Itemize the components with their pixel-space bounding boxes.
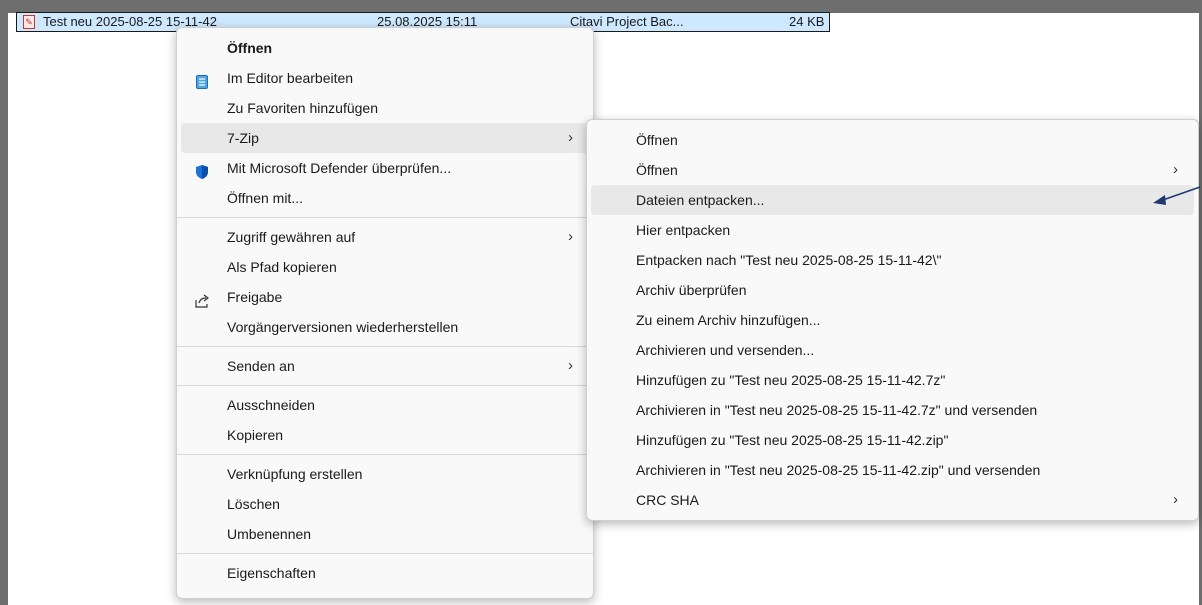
context-menu-item-vorgangerversionen-wiederherstellen-9[interactable]: Vorgängerversionen wiederherstellen (181, 312, 589, 342)
menu-item-label: Archivieren und versenden... (636, 342, 815, 358)
menu-item-label: Entpacken nach "Test neu 2025-08-25 15-1… (636, 252, 942, 268)
menu-item-label: Als Pfad kopieren (227, 259, 337, 275)
menu-item-label: Im Editor bearbeiten (227, 70, 354, 86)
context-menu-item-zugriff-gewahren-auf-6[interactable]: Zugriff gewähren auf › (181, 222, 589, 252)
menu-item-label: Archivieren in "Test neu 2025-08-25 15-1… (636, 462, 1041, 478)
menu-item-label: Öffnen (636, 162, 678, 178)
context-menu-item-mit-microsoft-defender-uberprufen-4[interactable]: Mit Microsoft Defender überprüfen... (181, 153, 589, 183)
sevenzip-item-hinzufugen-zu-test-neu-2025-08-25-15-11--10[interactable]: Hinzufügen zu "Test neu 2025-08-25 15-11… (591, 425, 1194, 455)
sevenzip-item-archiv-uberprufen-5[interactable]: Archiv überprüfen (591, 275, 1194, 305)
share-icon (194, 289, 210, 308)
context-menu-item-offnen-0[interactable]: Öffnen (181, 33, 589, 63)
menu-item-label: Senden an (227, 358, 295, 374)
chevron-right-icon: › (1173, 161, 1178, 178)
context-menu-item-als-pfad-kopieren-7[interactable]: Als Pfad kopieren (181, 252, 589, 282)
menu-item-label: Umbenennen (227, 526, 312, 542)
context-menu-item-verknupfung-erstellen-13[interactable]: Verknüpfung erstellen (181, 459, 589, 489)
context-menu-item-kopieren-12[interactable]: Kopieren (181, 420, 589, 450)
chevron-right-icon: › (1173, 491, 1178, 508)
file-size: 24 KB (789, 14, 825, 29)
menu-item-label: Hier entpacken (636, 222, 731, 238)
menu-separator (177, 385, 593, 386)
sevenzip-item-offnen-1[interactable]: Öffnen › (591, 155, 1194, 185)
context-menu-item-im-editor-bearbeiten-1[interactable]: Im Editor bearbeiten (181, 63, 589, 93)
context-menu-item-loschen-14[interactable]: Löschen (181, 489, 589, 519)
menu-separator (177, 553, 593, 554)
citavi-file-icon: ✎ (23, 15, 35, 29)
menu-item-label: Hinzufügen zu "Test neu 2025-08-25 15-11… (636, 372, 946, 388)
menu-item-label: Dateien entpacken... (636, 192, 765, 208)
context-menu-item-7-zip-3[interactable]: 7-Zip › (181, 123, 589, 153)
sevenzip-item-zu-einem-archiv-hinzufugen-6[interactable]: Zu einem Archiv hinzufügen... (591, 305, 1194, 335)
menu-item-label: Zu einem Archiv hinzufügen... (636, 312, 821, 328)
menu-item-label: Hinzufügen zu "Test neu 2025-08-25 15-11… (636, 432, 949, 448)
menu-item-label: Öffnen (636, 132, 678, 148)
menu-item-label: Öffnen mit... (227, 190, 303, 206)
chevron-right-icon: › (568, 357, 573, 374)
menu-item-label: Eigenschaften (227, 565, 316, 581)
sevenzip-item-archivieren-und-versenden-7[interactable]: Archivieren und versenden... (591, 335, 1194, 365)
menu-item-label: Öffnen (227, 40, 273, 56)
context-menu-item-offnen-mit-5[interactable]: Öffnen mit... (181, 183, 589, 213)
sevenzip-item-offnen-0[interactable]: Öffnen (591, 125, 1194, 155)
menu-item-label: Zu Favoriten hinzufügen (227, 100, 378, 116)
context-menu-item-freigabe-8[interactable]: Freigabe (181, 282, 589, 312)
context-menu-item-eigenschaften-16[interactable]: Eigenschaften (181, 558, 589, 588)
menu-item-label: Archiv überprüfen (636, 282, 747, 298)
sevenzip-item-hinzufugen-zu-test-neu-2025-08-25-15-11--8[interactable]: Hinzufügen zu "Test neu 2025-08-25 15-11… (591, 365, 1194, 395)
menu-separator (177, 217, 593, 218)
menu-item-label: Mit Microsoft Defender überprüfen... (227, 160, 452, 176)
menu-item-label: CRC SHA (636, 492, 700, 508)
menu-item-label: Freigabe (227, 289, 283, 305)
pointer-arrow-annotation (1153, 186, 1201, 205)
context-menu-item-ausschneiden-11[interactable]: Ausschneiden (181, 390, 589, 420)
context-menu-item-zu-favoriten-hinzufugen-2[interactable]: Zu Favoriten hinzufügen (181, 93, 589, 123)
sevenzip-item-crc-sha-12[interactable]: CRC SHA › (591, 485, 1194, 515)
menu-separator (177, 454, 593, 455)
chevron-right-icon: › (568, 228, 573, 245)
menu-item-label: Löschen (227, 496, 280, 512)
sevenzip-item-archivieren-in-test-neu-2025-08-25-15-11-11[interactable]: Archivieren in "Test neu 2025-08-25 15-1… (591, 455, 1194, 485)
context-menu-item-senden-an-10[interactable]: Senden an › (181, 351, 589, 381)
menu-item-label: Verknüpfung erstellen (227, 466, 363, 482)
notepad-icon (194, 70, 210, 89)
sevenzip-submenu: Öffnen Öffnen › Dateien entpacken... Hier en… (586, 119, 1199, 521)
sevenzip-item-entpacken-nach-test-neu-2025-08-25-15-11-4[interactable]: Entpacken nach "Test neu 2025-08-25 15-1… (591, 245, 1194, 275)
menu-item-label: Archivieren in "Test neu 2025-08-25 15-1… (636, 402, 1038, 418)
menu-separator (177, 346, 593, 347)
sevenzip-item-dateien-entpacken-2[interactable]: Dateien entpacken... (591, 185, 1194, 215)
sevenzip-item-archivieren-in-test-neu-2025-08-25-15-11-9[interactable]: Archivieren in "Test neu 2025-08-25 15-1… (591, 395, 1194, 425)
menu-item-label: Vorgängerversionen wiederherstellen (227, 319, 459, 335)
sevenzip-item-hier-entpacken-3[interactable]: Hier entpacken (591, 215, 1194, 245)
menu-item-label: Kopieren (227, 427, 284, 443)
defender-shield-icon (194, 160, 210, 179)
menu-item-label: Zugriff gewähren auf (227, 229, 356, 245)
chevron-right-icon: › (568, 129, 573, 146)
menu-item-label: 7-Zip (227, 130, 259, 146)
menu-item-label: Ausschneiden (227, 397, 315, 413)
window-frame-left (0, 0, 8, 605)
context-menu-item-umbenennen-15[interactable]: Umbenennen (181, 519, 589, 549)
context-menu: Öffnen Im Editor bearbeiten Zu Favoriten h… (176, 27, 594, 599)
